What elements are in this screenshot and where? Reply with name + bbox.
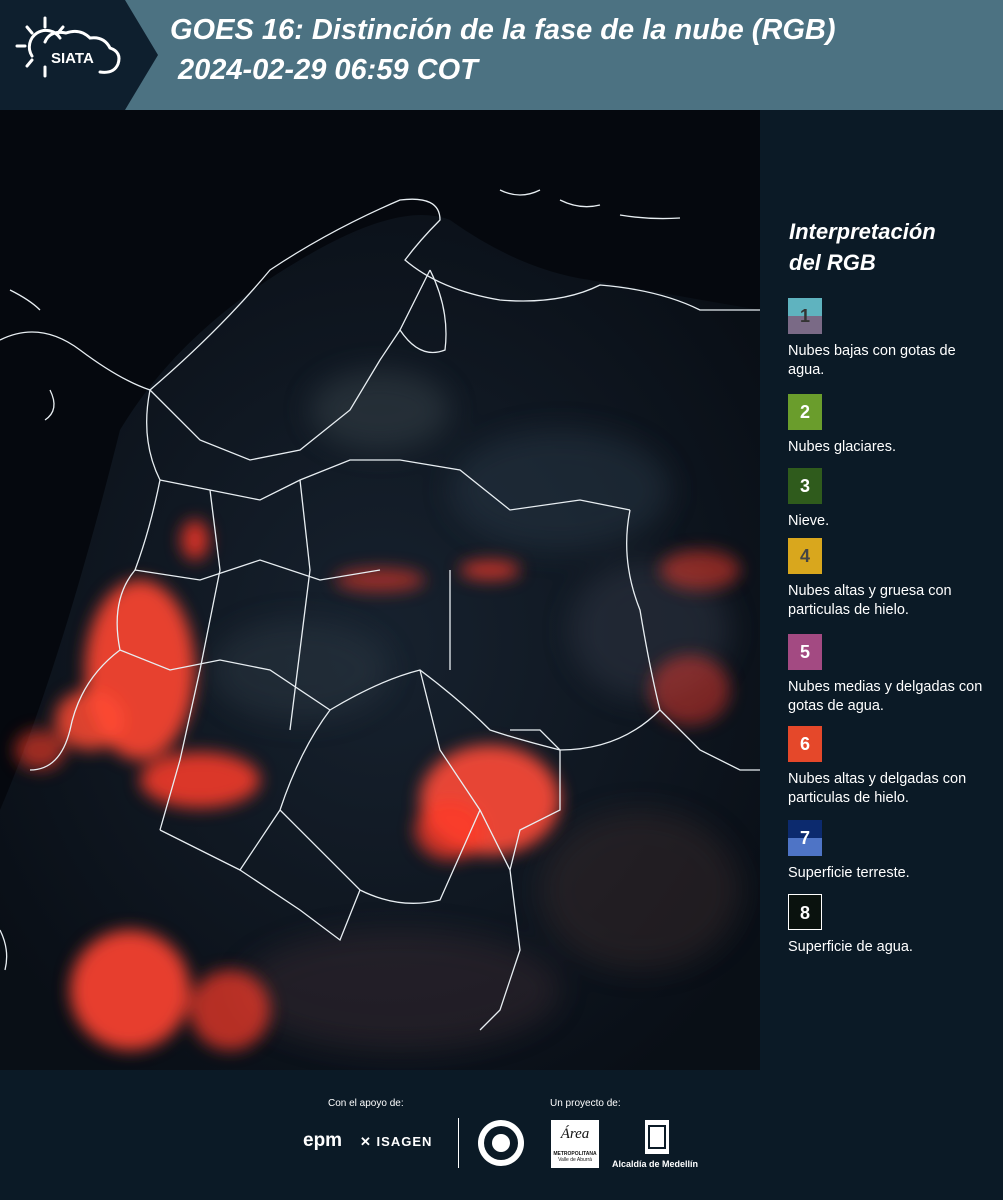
- page-subtitle-datetime: 2024-02-29 06:59 COT: [178, 54, 478, 86]
- support-label: Con el apoyo de:: [328, 1098, 404, 1109]
- legend-title-line2: del RGB: [789, 250, 876, 275]
- legend-swatch-number: 6: [799, 734, 810, 754]
- legend-swatch-number: 8: [799, 903, 810, 923]
- legend-item-desc: Nubes bajas con gotas de agua.: [788, 343, 956, 378]
- legend-panel: Interpretación del RGB 1 Nubes bajas con…: [760, 110, 1003, 1070]
- seal-logo: [478, 1120, 524, 1166]
- legend-swatch-7: 7: [788, 820, 822, 856]
- legend-swatch-2: 2: [788, 394, 822, 430]
- legend-item-desc: Nubes glaciares.: [788, 439, 896, 455]
- legend-item-6: 6 Nubes altas y delgadas con particulas …: [788, 726, 993, 808]
- legend-item-desc: Nubes altas y delgadas con particulas de…: [788, 771, 967, 806]
- legend-swatch-1: 1: [788, 298, 822, 334]
- epm-logo: epm: [303, 1130, 342, 1152]
- area-metropolitana-logo: Área METROPOLITANA Valle de Aburrá: [551, 1120, 599, 1168]
- footer: Con el apoyo de: Un proyecto de: epm ✕ I…: [0, 1070, 1003, 1200]
- area-metropolitana-script: Área: [560, 1126, 590, 1142]
- alcaldia-logo-text: Alcaldía de Medellín: [612, 1159, 699, 1169]
- legend-swatch-number: 2: [799, 402, 810, 422]
- legend-swatch-number: 3: [799, 476, 810, 496]
- legend-swatch-number: 4: [799, 546, 810, 566]
- legend-item-desc: Nubes medias y delgadas con gotas de agu…: [788, 679, 983, 714]
- legend-swatch-5: 5: [788, 634, 822, 670]
- legend-item-2: 2 Nubes glaciares.: [788, 394, 993, 457]
- legend-title: Interpretación del RGB: [789, 216, 936, 278]
- legend-swatch-4: 4: [788, 538, 822, 574]
- footer-divider: [458, 1118, 459, 1168]
- legend-item-desc: Nieve.: [788, 513, 830, 529]
- legend-swatch-number: 5: [799, 642, 810, 662]
- legend-item-8: 8 Superficie de agua.: [788, 894, 993, 957]
- legend-swatch-number: 1: [799, 306, 810, 326]
- page-title: GOES 16: Distinción de la fase de la nub…: [170, 14, 836, 46]
- epm-logo-text: epm: [303, 1130, 343, 1151]
- siata-logo: SIATA: [15, 16, 121, 78]
- isagen-logo: ✕ ISAGEN: [360, 1134, 432, 1150]
- satellite-map: [0, 110, 760, 1070]
- legend-swatch-3: 3: [788, 468, 822, 504]
- legend-item-7: 7 Superficie terreste.: [788, 820, 993, 883]
- legend-swatch-number: 7: [799, 828, 810, 848]
- legend-title-line1: Interpretación: [789, 219, 936, 244]
- legend-item-3: 3 Nieve.: [788, 468, 993, 531]
- isagen-logo-text: ISAGEN: [376, 1134, 433, 1149]
- header-bar: SIATA GOES 16: Distinción de la fase de …: [0, 0, 1003, 110]
- legend-item-1: 1 Nubes bajas con gotas de agua.: [788, 298, 993, 380]
- map-svg: [0, 110, 760, 1070]
- legend-item-5: 5 Nubes medias y delgadas con gotas de a…: [788, 634, 993, 716]
- isagen-logo-icon: ✕: [360, 1134, 372, 1149]
- legend-item-desc: Superficie terreste.: [788, 865, 910, 881]
- area-metropolitana-line2: Valle de Aburrá: [558, 1157, 592, 1163]
- legend-swatch-6: 6: [788, 726, 822, 762]
- siata-logo-text: SIATA: [51, 50, 94, 67]
- legend-item-4: 4 Nubes altas y gruesa con particulas de…: [788, 538, 993, 620]
- alcaldia-logo-emblem: [645, 1120, 669, 1154]
- legend-item-desc: Superficie de agua.: [788, 939, 913, 955]
- legend-swatch-8: 8: [788, 894, 822, 930]
- project-label: Un proyecto de:: [550, 1098, 621, 1109]
- legend-item-desc: Nubes altas y gruesa con particulas de h…: [788, 583, 952, 618]
